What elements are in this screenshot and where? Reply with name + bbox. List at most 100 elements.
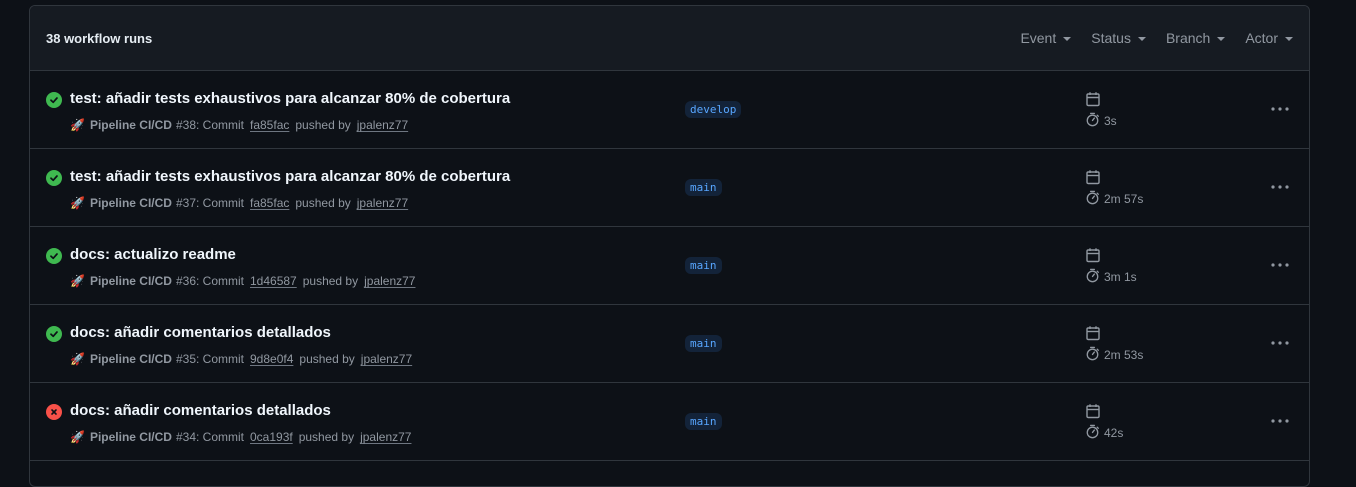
run-timing: 3s — [1085, 91, 1117, 130]
run-title-link[interactable]: test: añadir tests exhaustivos para alca… — [70, 90, 510, 107]
check-circle-icon — [46, 248, 62, 264]
workflow-name: Pipeline CI/CD — [89, 196, 172, 210]
duration: 2m 53s — [1085, 346, 1143, 364]
branch-label[interactable]: main — [685, 335, 722, 352]
run-number: #34: Commit — [175, 430, 244, 444]
run-timing: 2m 53s — [1085, 325, 1143, 364]
filter-event[interactable]: Event — [1020, 30, 1072, 46]
commit-link[interactable]: fa85fac — [250, 196, 289, 210]
caret-down-icon — [1137, 36, 1146, 41]
caret-down-icon — [1285, 36, 1293, 41]
run-timing: 3m 1s — [1085, 247, 1137, 286]
filter-event-label: Event — [1020, 30, 1057, 46]
commit-link[interactable]: fa85fac — [250, 118, 289, 132]
duration: 2m 57s — [1085, 190, 1143, 208]
workflow-run-row[interactable]: docs: añadir comentarios detallados 🚀 Pipe… — [30, 383, 1309, 461]
rocket-icon: 🚀 — [70, 352, 85, 366]
branch-label[interactable]: main — [685, 413, 722, 430]
commit-link[interactable]: 9d8e0f4 — [250, 352, 293, 366]
calendar-icon — [1085, 247, 1137, 263]
runs-list: test: añadir tests exhaustivos para alca… — [30, 71, 1309, 461]
x-circle-icon — [46, 404, 62, 420]
stopwatch-icon — [1085, 346, 1104, 364]
run-meta: 🚀 Pipeline CI/CD #38: Commit fa85fac pushed … — [70, 118, 408, 132]
workflow-run-row[interactable]: test: añadir tests exhaustivos para alca… — [30, 149, 1309, 227]
check-circle-icon — [46, 326, 62, 342]
actor-link[interactable]: jpalenz77 — [364, 274, 415, 288]
run-title-link[interactable]: docs: actualizo readme — [70, 246, 236, 263]
duration-value: 42s — [1104, 426, 1124, 440]
run-title-link[interactable]: docs: añadir comentarios detallados — [70, 324, 331, 341]
rocket-icon: 🚀 — [70, 118, 85, 132]
workflow-name: Pipeline CI/CD — [89, 430, 172, 444]
rocket-icon: 🚀 — [70, 274, 85, 288]
actor-link[interactable]: jpalenz77 — [357, 118, 408, 132]
actor-link[interactable]: jpalenz77 — [360, 430, 411, 444]
pushed-by-text: pushed by — [295, 118, 351, 132]
run-number: #38: Commit — [175, 118, 244, 132]
kebab-menu-icon[interactable] — [1270, 411, 1290, 431]
pushed-by-text: pushed by — [299, 352, 355, 366]
duration-value: 2m 53s — [1104, 348, 1144, 362]
run-timing: 42s — [1085, 403, 1123, 442]
run-title-link[interactable]: test: añadir tests exhaustivos para alca… — [70, 168, 510, 185]
calendar-icon — [1085, 91, 1117, 107]
stopwatch-icon — [1085, 424, 1104, 442]
branch-label[interactable]: develop — [685, 101, 742, 118]
actor-link[interactable]: jpalenz77 — [357, 196, 408, 210]
duration-value: 2m 57s — [1104, 192, 1144, 206]
filter-actor[interactable]: Actor — [1245, 30, 1293, 46]
run-timing: 2m 57s — [1085, 169, 1143, 208]
run-meta: 🚀 Pipeline CI/CD #37: Commit fa85fac pushed … — [70, 196, 408, 210]
filter-status-label: Status — [1091, 30, 1131, 46]
run-title-link[interactable]: docs: añadir comentarios detallados — [70, 402, 331, 419]
stopwatch-icon — [1085, 112, 1104, 130]
calendar-icon — [1085, 403, 1123, 419]
duration-value: 3m 1s — [1104, 270, 1137, 284]
check-circle-icon — [46, 92, 62, 108]
filter-branch[interactable]: Branch — [1165, 30, 1226, 46]
commit-link[interactable]: 1d46587 — [250, 274, 297, 288]
caret-down-icon — [1063, 36, 1072, 41]
kebab-menu-icon[interactable] — [1270, 333, 1290, 353]
runs-count: 38 workflow runs — [46, 31, 153, 46]
run-meta: 🚀 Pipeline CI/CD #36: Commit 1d46587 pushed … — [70, 274, 415, 288]
duration: 3s — [1085, 112, 1117, 130]
run-number: #35: Commit — [175, 352, 244, 366]
duration-value: 3s — [1104, 114, 1117, 128]
calendar-icon — [1085, 325, 1143, 341]
workflow-run-row[interactable]: docs: añadir comentarios detallados 🚀 Pipe… — [30, 305, 1309, 383]
filter-branch-label: Branch — [1165, 30, 1211, 46]
filter-bar: Event Status Branch Actor — [1000, 30, 1293, 46]
filter-actor-label: Actor — [1245, 30, 1278, 46]
pushed-by-text: pushed by — [302, 274, 359, 288]
rocket-icon: 🚀 — [70, 430, 85, 444]
branch-label[interactable]: main — [685, 257, 722, 274]
kebab-menu-icon[interactable] — [1270, 255, 1290, 275]
runs-header: 38 workflow runs Event Status Branch Act… — [30, 6, 1309, 71]
workflow-name: Pipeline CI/CD — [89, 352, 172, 366]
rocket-icon: 🚀 — [70, 196, 85, 210]
run-meta: 🚀 Pipeline CI/CD #35: Commit 9d8e0f4 pushed … — [70, 352, 412, 366]
run-number: #37: Commit — [175, 196, 244, 210]
pushed-by-text: pushed by — [298, 430, 355, 444]
workflow-name: Pipeline CI/CD — [89, 118, 172, 132]
duration: 42s — [1085, 424, 1123, 442]
stopwatch-icon — [1085, 190, 1104, 208]
workflow-runs-box: 38 workflow runs Event Status Branch Act… — [29, 5, 1310, 487]
branch-label[interactable]: main — [685, 179, 722, 196]
workflow-run-row[interactable]: docs: actualizo readme 🚀 Pipeline CI/CD #36… — [30, 227, 1309, 305]
actor-link[interactable]: jpalenz77 — [361, 352, 412, 366]
run-meta: 🚀 Pipeline CI/CD #34: Commit 0ca193f pushed … — [70, 430, 411, 444]
filter-status[interactable]: Status — [1091, 30, 1146, 46]
workflow-run-row[interactable]: test: añadir tests exhaustivos para alca… — [30, 71, 1309, 149]
calendar-icon — [1085, 169, 1143, 185]
kebab-menu-icon[interactable] — [1270, 99, 1290, 119]
run-number: #36: Commit — [175, 274, 244, 288]
kebab-menu-icon[interactable] — [1270, 177, 1290, 197]
pushed-by-text: pushed by — [295, 196, 351, 210]
duration: 3m 1s — [1085, 268, 1137, 286]
commit-link[interactable]: 0ca193f — [250, 430, 293, 444]
workflow-name: Pipeline CI/CD — [89, 274, 172, 288]
stopwatch-icon — [1085, 268, 1104, 286]
